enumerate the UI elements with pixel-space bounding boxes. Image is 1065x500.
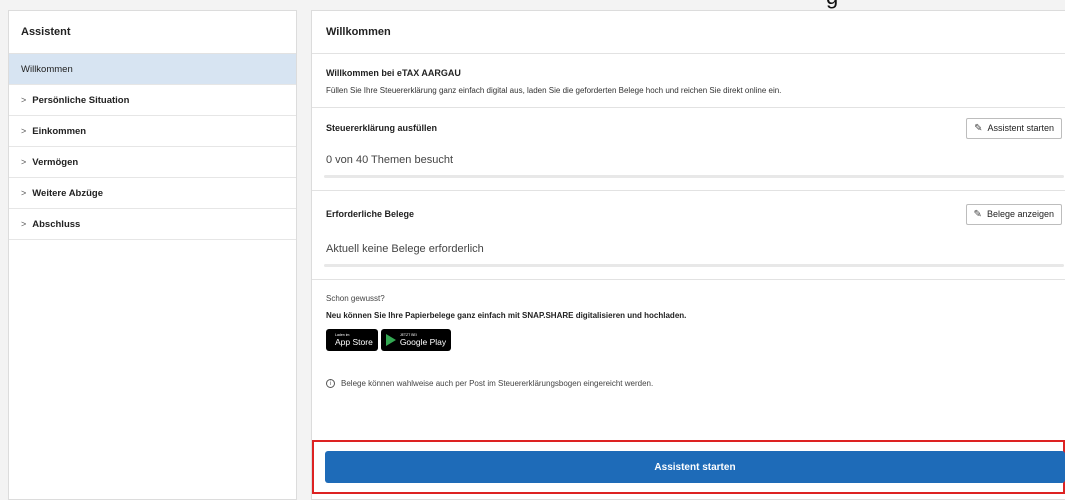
assistent-starten-primary-button[interactable]: Assistent starten	[325, 451, 1065, 483]
sidebar-item-abschluss[interactable]: > Abschluss	[9, 209, 296, 240]
assistent-starten-outline-button[interactable]: ✎ Assistent starten	[966, 117, 1062, 139]
themen-progress-bar	[324, 175, 1064, 178]
google-play-icon	[385, 334, 396, 346]
googleplay-label: Google Play	[399, 336, 447, 347]
store-badges: Laden im App Store JETZT BEI Google Play	[326, 329, 1056, 351]
sidebar-item-willkommen[interactable]: Willkommen	[9, 54, 296, 85]
sidebar-item-label: Weitere Abzüge	[32, 187, 104, 199]
belege-title: Erforderliche Belege	[326, 209, 415, 219]
pencil-icon: ✎	[974, 122, 983, 134]
belege-anzeigen-button[interactable]: ✎ Belege anzeigen	[965, 203, 1062, 225]
welcome-text: Füllen Sie Ihre Steuererklärung ganz ein…	[326, 86, 782, 95]
sidebar-item-einkommen[interactable]: > Einkommen	[9, 116, 296, 147]
page-title: Willkommen	[312, 11, 1065, 54]
belege-status: Aktuell keine Belege erforderlich	[326, 243, 484, 255]
belege-section: Erforderliche Belege ✎ Belege anzeigen A…	[312, 191, 1065, 280]
steuererklaerung-title: Steuererklärung ausfüllen	[326, 123, 438, 133]
google-play-badge[interactable]: JETZT BEI Google Play	[380, 329, 452, 351]
sidebar-item-label: Einkommen	[32, 125, 87, 137]
button-label: Assistent starten	[987, 123, 1054, 133]
sidebar-item-label: Persönliche Situation	[32, 94, 130, 106]
chevron-right-icon: >	[21, 95, 27, 105]
themen-status: 0 von 40 Themen besucht	[326, 154, 453, 166]
belege-progress-bar	[324, 264, 1064, 267]
post-note-text: Belege können wahlweise auch per Post im…	[341, 379, 654, 388]
chevron-right-icon: >	[21, 219, 27, 229]
snapshare-text: Neu können Sie Ihre Papierbelege ganz ei…	[326, 311, 687, 320]
sidebar-item-label: Willkommen	[21, 63, 73, 75]
main-panel: Willkommen Willkommen bei eTAX AARGAU Fü…	[311, 10, 1065, 500]
sidebar-title: Assistent	[9, 11, 296, 54]
chevron-right-icon: >	[21, 126, 27, 136]
welcome-title: Willkommen bei eTAX AARGAU	[326, 68, 461, 78]
post-note: i Belege können wahlweise auch per Post …	[326, 379, 1056, 388]
sidebar-item-weitere-abzuege[interactable]: > Weitere Abzüge	[9, 178, 296, 209]
info-section: Schon gewusst? Neu können Sie Ihre Papie…	[312, 280, 1065, 388]
appstore-label: App Store	[335, 336, 373, 347]
welcome-section: Willkommen bei eTAX AARGAU Füllen Sie Ih…	[312, 54, 1065, 108]
assistant-sidebar: Assistent Willkommen > Persönliche Situa…	[8, 10, 297, 500]
sidebar-item-label: Abschluss	[32, 218, 81, 230]
sidebar-item-vermoegen[interactable]: > Vermögen	[9, 147, 296, 178]
info-hint: Schon gewusst?	[326, 294, 385, 303]
sidebar-item-label: Vermögen	[32, 156, 79, 168]
chevron-right-icon: >	[21, 157, 27, 167]
paperclip-icon: ✎	[973, 208, 982, 220]
app-store-badge[interactable]: Laden im App Store	[326, 329, 378, 351]
chevron-right-icon: >	[21, 188, 27, 198]
clipped-text-fragment: g	[826, 0, 838, 8]
steuererklaerung-section: Steuererklärung ausfüllen ✎ Assistent st…	[312, 108, 1065, 191]
info-icon: i	[326, 379, 335, 388]
button-label: Belege anzeigen	[986, 209, 1054, 219]
sidebar-item-persoenliche-situation[interactable]: > Persönliche Situation	[9, 85, 296, 116]
